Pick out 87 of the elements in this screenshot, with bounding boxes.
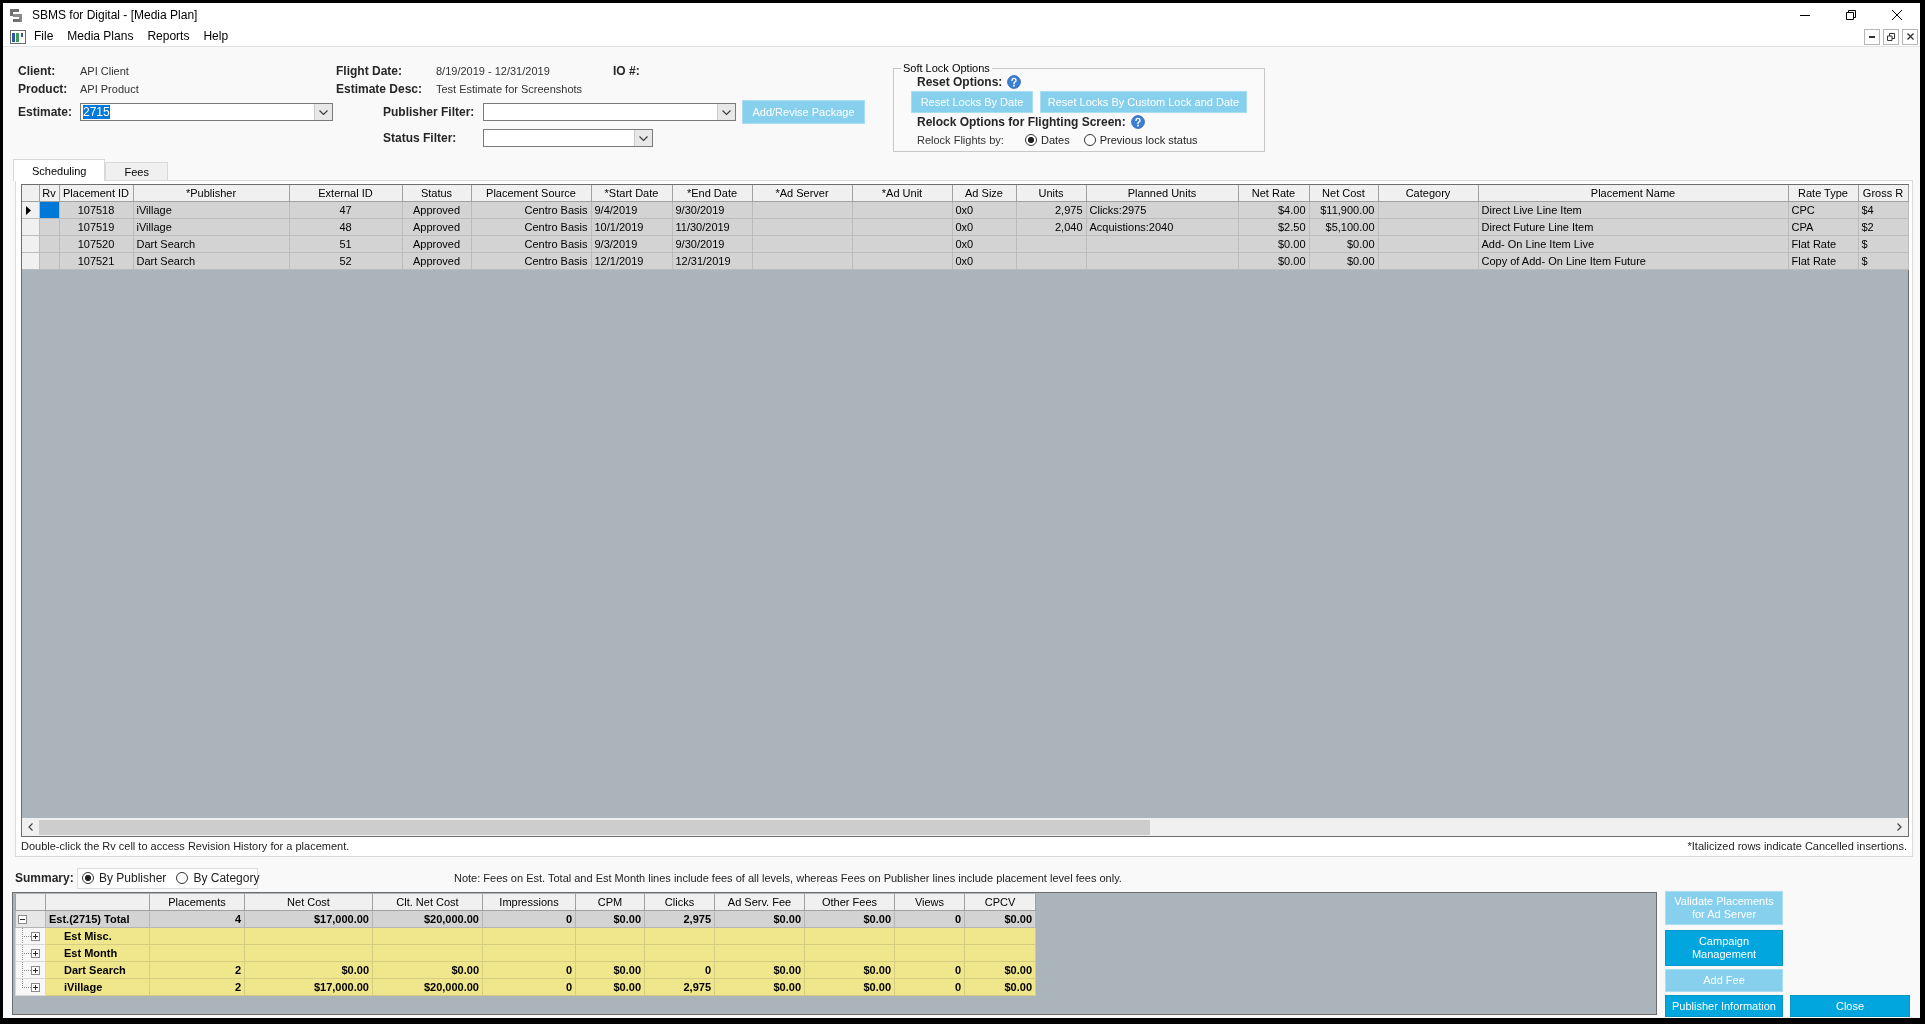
column-header[interactable]: *Start Date (591, 185, 672, 202)
field-value: 8/19/2019 - 12/31/2019 (436, 65, 551, 77)
field-label: IO #: (613, 64, 641, 78)
column-header[interactable]: Status (402, 185, 471, 202)
column-header[interactable]: *End Date (672, 185, 752, 202)
section-label: Reset Options: (917, 75, 1003, 89)
scrollbar-thumb[interactable] (39, 819, 1151, 835)
section-label: Relock Options for Flighting Screen: (917, 115, 1126, 129)
column-header[interactable]: Ad Size (952, 185, 1016, 202)
plus-box-icon[interactable] (31, 982, 40, 992)
publisher-filter-combobox[interactable] (483, 103, 736, 121)
column-header[interactable]: Planned Units (1086, 185, 1238, 202)
chevron-down-icon (722, 109, 731, 115)
radio-option[interactable]: Dates (1025, 134, 1070, 146)
field-label: Status Filter: (383, 131, 458, 145)
column-header[interactable]: Gross R (1858, 185, 1908, 202)
radio-option[interactable]: Previous lock status (1083, 134, 1198, 146)
hint-text: Double-click the Rv cell to access Revision History for a placement. (21, 839, 350, 852)
column-header[interactable]: CPCV (964, 894, 1036, 911)
column-header[interactable]: Net Cost (1309, 185, 1378, 202)
radio-option[interactable]: By Category (176, 871, 260, 885)
child-restore-button[interactable] (1883, 28, 1899, 45)
column-header[interactable]: CPM (575, 894, 645, 911)
plus-box-icon[interactable] (31, 931, 40, 941)
column-header[interactable]: Placement Name (1478, 185, 1788, 202)
column-header[interactable]: Placements (149, 894, 245, 911)
column-header[interactable]: Net Rate (1238, 185, 1309, 202)
column-header[interactable]: Placement Source (471, 185, 591, 202)
restore-icon (1846, 10, 1856, 20)
minimize-icon (1869, 35, 1875, 38)
chevron-down-icon (319, 109, 328, 115)
field-label: Publisher Filter: (383, 105, 476, 119)
column-header[interactable]: Category (1378, 185, 1478, 202)
note-text: Note: Fees on Est. Total and Est Month lines include fees of all levels, whereas Fees on Publisher lines include placement level fees only. (454, 872, 1122, 884)
child-minimize-button[interactable] (1864, 28, 1880, 45)
column-header[interactable]: Rv (39, 185, 59, 202)
help-icon[interactable] (1007, 75, 1022, 89)
column-header[interactable]: External ID (289, 185, 402, 202)
menu-item[interactable]: Help (196, 27, 236, 46)
close-icon (1892, 10, 1902, 20)
column-header[interactable]: *Publisher (133, 185, 289, 202)
column-header[interactable]: Net Cost (244, 894, 373, 911)
column-header[interactable]: Views (894, 894, 965, 911)
column-header[interactable]: Clt. Net Cost (372, 894, 483, 911)
tab[interactable]: Fees (105, 162, 168, 180)
child-close-button[interactable] (1902, 28, 1918, 45)
field-label: Estimate Desc: (336, 82, 424, 96)
restore-icon (1887, 32, 1895, 41)
chevron-left-icon[interactable] (28, 823, 33, 831)
window-title: SBMS for Digital - [Media Plan] (32, 8, 199, 22)
plus-box-icon[interactable] (31, 948, 40, 958)
app-logo-icon (10, 8, 22, 22)
horizontal-scrollbar[interactable] (22, 818, 1908, 836)
field-label: Estimate: (18, 105, 74, 119)
menu-item[interactable]: File (27, 27, 61, 46)
column-header[interactable]: Clicks (644, 894, 715, 911)
radio-option[interactable]: By Publisher (82, 871, 167, 885)
minimize-icon (1800, 14, 1810, 16)
field-label: Relock Flights by: (917, 134, 1005, 146)
legend-text: *Italicized rows indicate Cancelled insertions. (1687, 839, 1907, 852)
menu-item[interactable]: Media Plans (60, 27, 141, 46)
column-header[interactable]: Ad Serv. Fee (714, 894, 805, 911)
column-header[interactable]: Placement ID (59, 185, 133, 202)
field-value: API Client (80, 65, 130, 77)
field-label: Product: (18, 82, 69, 96)
field-value: Test Estimate for Screenshots (436, 83, 584, 95)
field-value: API Product (80, 83, 140, 95)
tab[interactable]: Scheduling (13, 159, 106, 181)
help-icon[interactable] (1130, 115, 1145, 129)
chevron-down-icon (639, 135, 648, 141)
group-title: Soft Lock Options (902, 62, 991, 74)
column-header[interactable]: Rate Type (1788, 185, 1858, 202)
menu-item[interactable]: Reports (140, 27, 197, 46)
status-filter-combobox[interactable] (483, 129, 653, 147)
minus-box-icon[interactable] (18, 914, 27, 924)
field-label: Flight Date: (336, 64, 403, 78)
column-header[interactable]: *Ad Unit (852, 185, 952, 202)
summary-label: Summary: (15, 871, 75, 885)
column-header[interactable]: Units (1016, 185, 1086, 202)
estimate-combobox[interactable]: 2715 (80, 103, 333, 121)
chevron-right-icon[interactable] (1897, 823, 1902, 831)
field-label: Client: (18, 64, 57, 78)
close-icon (1906, 33, 1914, 40)
column-header[interactable]: *Ad Server (752, 185, 852, 202)
plus-box-icon[interactable] (31, 965, 40, 975)
column-header[interactable]: Other Fees (804, 894, 895, 911)
column-header[interactable]: Impressions (482, 894, 576, 911)
